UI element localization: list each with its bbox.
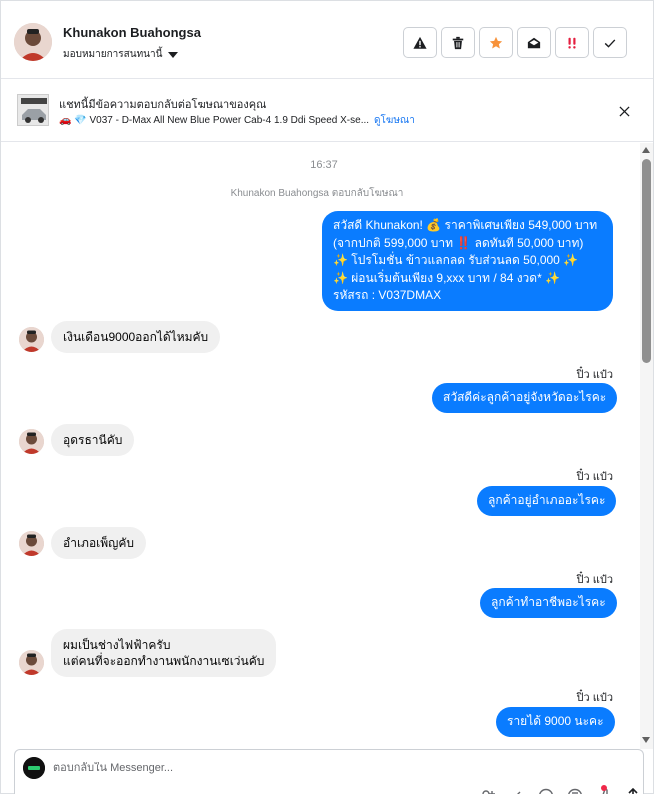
send-icon bbox=[628, 788, 638, 794]
delete-button[interactable] bbox=[441, 27, 475, 58]
mark-spam-button[interactable] bbox=[403, 27, 437, 58]
ad-name: 🚗 💎 V037 - D-Max All New Blue Power Cab-… bbox=[59, 115, 370, 126]
ad-reply-banner: แชทนี้มีข้อความตอบกลับต่อโฆษณาของคุณ 🚗 💎… bbox=[1, 79, 653, 142]
incoming-message[interactable]: เงินเดือน9000ออกได้ไหมคับ bbox=[51, 321, 221, 353]
smiley-icon bbox=[539, 788, 553, 794]
add-person-tool[interactable] bbox=[480, 788, 496, 794]
sender-name: ปิ๋ว แป๋ว bbox=[576, 692, 613, 704]
ad-message-line: ✨ โปรโมชั่น ข้าวแลกลด รับส่วนลด 50,000 ✨ bbox=[333, 253, 579, 267]
ad-message-line: ✨ ผ่อนเริ่มต้นเพียง 9,xxx บาท / 84 งวด* … bbox=[333, 270, 561, 285]
outgoing-message[interactable]: ลูกค้าอยู่อำเภออะไรคะ bbox=[477, 486, 617, 516]
incoming-message[interactable]: อำเภอเพ็ญคับ bbox=[51, 527, 147, 559]
star-button[interactable] bbox=[479, 27, 513, 58]
contact-name[interactable]: Khunakon Buahongsa bbox=[63, 25, 201, 40]
header-actions bbox=[403, 27, 627, 58]
outgoing-message[interactable]: สวัสดีค่ะลูกค้าอยู่จังหวัดอะไรคะ bbox=[432, 383, 618, 413]
view-ad-link[interactable]: ดูโฆษณา bbox=[374, 115, 415, 126]
mark-done-button[interactable] bbox=[593, 27, 627, 58]
ad-message-line: สวัสดี Khunakon! 💰 ราคาพิเศษเพียง 549,00… bbox=[333, 218, 598, 232]
sender-name: ปิ๋ว แป๋ว bbox=[576, 369, 613, 381]
conversation-panel: Khunakon Buahongsa มอบหมายการสนทนานี้ แช… bbox=[0, 0, 654, 794]
checkmark-icon bbox=[604, 38, 616, 48]
ad-message-bubble[interactable]: สวัสดี Khunakon! 💰 ราคาพิเศษเพียง 549,00… bbox=[322, 211, 613, 311]
emoji-tool[interactable] bbox=[538, 788, 554, 794]
double-exclamation-icon bbox=[568, 37, 576, 49]
message-composer bbox=[14, 749, 644, 794]
sticker-icon bbox=[568, 788, 582, 794]
customer-avatar[interactable] bbox=[19, 531, 44, 556]
assign-label: มอบหมายการสนทนานี้ bbox=[63, 49, 163, 60]
warning-icon bbox=[413, 36, 427, 49]
message-line: ผมเป็นช่างไฟฟ้าครับ bbox=[63, 638, 171, 652]
mark-unread-button[interactable] bbox=[517, 27, 551, 58]
incoming-message[interactable]: ผมเป็นช่างไฟฟ้าครับ แต่คนที่จะออกทำงานพน… bbox=[51, 629, 277, 677]
notification-dot bbox=[601, 785, 607, 791]
page-avatar bbox=[23, 757, 45, 779]
composer-toolbar bbox=[480, 788, 641, 794]
ad-message-line: รหัสรถ : V037DMAX bbox=[333, 288, 442, 302]
chevron-down-icon bbox=[168, 51, 179, 58]
send-tool[interactable] bbox=[625, 788, 641, 794]
star-icon bbox=[489, 36, 503, 49]
person-plus-icon bbox=[482, 790, 495, 794]
ad-banner-title: แชทนี้มีข้อความตอบกลับต่อโฆษณาของคุณ bbox=[59, 99, 267, 111]
assign-conversation-dropdown[interactable]: มอบหมายการสนทนานี้ bbox=[63, 47, 179, 62]
ad-thumbnail[interactable] bbox=[17, 94, 49, 126]
follow-up-button[interactable] bbox=[555, 27, 589, 58]
outgoing-message[interactable]: ลูกค้าทำอาชีพอะไรคะ bbox=[480, 588, 617, 618]
paperclip-icon bbox=[517, 791, 521, 794]
close-icon bbox=[618, 105, 630, 117]
close-banner-button[interactable] bbox=[615, 102, 633, 120]
customer-avatar[interactable] bbox=[19, 650, 44, 675]
outgoing-message[interactable]: รายได้ 9000 นะคะ bbox=[496, 707, 615, 737]
ad-reply-note: Khunakon Buahongsa ตอบกลับโฆษณา bbox=[230, 188, 404, 199]
sender-name: ปิ๋ว แป๋ว bbox=[576, 471, 613, 483]
message-thread: 16:37 Khunakon Buahongsa ตอบกลับโฆษณา สว… bbox=[1, 143, 641, 749]
message-line: แต่คนที่จะออกทำงานพนักงานเซเว่นคับ bbox=[63, 654, 265, 668]
scroll-down-arrow[interactable] bbox=[642, 737, 650, 743]
customer-avatar[interactable] bbox=[19, 327, 44, 352]
scroll-up-arrow[interactable] bbox=[642, 147, 650, 153]
incoming-message[interactable]: อุดรธานีคับ bbox=[51, 424, 135, 456]
envelope-open-icon bbox=[527, 37, 541, 48]
scrollbar-thumb[interactable] bbox=[642, 159, 651, 363]
reply-input[interactable] bbox=[53, 762, 553, 774]
conversation-header: Khunakon Buahongsa มอบหมายการสนทนานี้ bbox=[1, 1, 653, 79]
sticker-tool[interactable] bbox=[567, 788, 583, 794]
trash-icon bbox=[452, 36, 464, 49]
ad-message-line: (จากปกติ 599,000 บาท ‼️ ลดทันที 50,000 บ… bbox=[333, 235, 584, 250]
ad-banner-subtitle: 🚗 💎 V037 - D-Max All New Blue Power Cab-… bbox=[59, 113, 415, 128]
customer-avatar[interactable] bbox=[19, 429, 44, 454]
contact-avatar[interactable] bbox=[14, 23, 52, 61]
thread-timestamp: 16:37 bbox=[310, 159, 338, 171]
sender-name: ปิ๋ว แป๋ว bbox=[576, 574, 613, 586]
attach-tool[interactable] bbox=[509, 788, 525, 794]
